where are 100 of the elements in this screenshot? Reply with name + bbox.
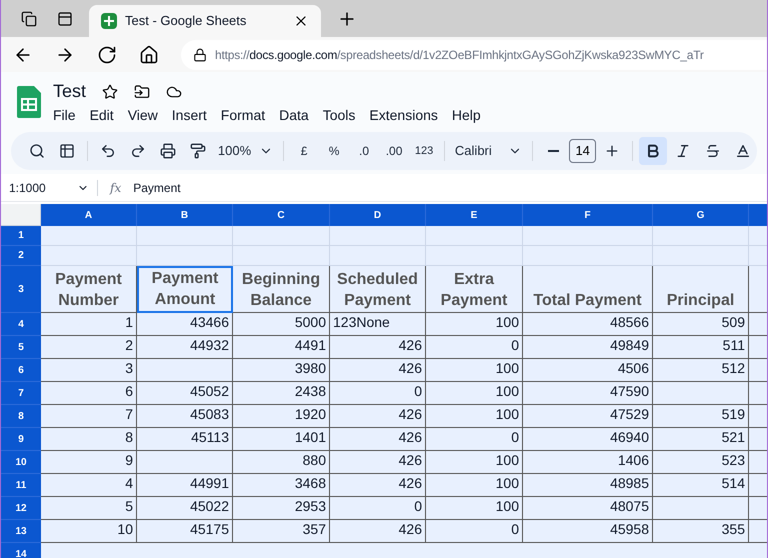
address-field[interactable]: https://docs.google.com/spreadsheets/d/1v2ZOeBFImhkjntxGAySGohZjKwska923SwMYC_aTr: [181, 40, 767, 70]
header-cell[interactable]: Beginning Balance: [233, 266, 330, 313]
row-header[interactable]: 8: [1, 405, 41, 428]
undo-icon: [100, 143, 116, 159]
column-header[interactable]: C: [233, 204, 330, 226]
home-icon[interactable]: [139, 44, 159, 64]
row-header[interactable]: 3: [1, 266, 41, 313]
row-header[interactable]: 12: [1, 497, 41, 520]
column-header[interactable]: F: [523, 204, 653, 226]
name-box[interactable]: 1:1000: [1, 174, 97, 201]
menu-item[interactable]: Insert: [172, 105, 207, 126]
row-header[interactable]: 11: [1, 474, 41, 497]
tab-title: Test - Google Sheets: [125, 12, 248, 30]
minus-icon: [548, 150, 559, 152]
row-header[interactable]: 10: [1, 451, 41, 474]
table-cell: 100: [426, 474, 523, 497]
menu-item[interactable]: Tools: [322, 105, 356, 126]
menu-item[interactable]: Extensions: [369, 105, 438, 126]
number-format-button[interactable]: 123: [410, 137, 438, 165]
document-title[interactable]: Test: [53, 78, 86, 105]
sheets-logo[interactable]: [17, 86, 41, 118]
bold-button[interactable]: [639, 137, 668, 165]
header-cell[interactable]: Principal: [653, 266, 749, 313]
header-cell[interactable]: Total Payment: [523, 266, 653, 313]
table-cell: 1401: [233, 428, 330, 451]
table-cell: 1406: [523, 451, 653, 474]
table-icon: [59, 143, 75, 159]
url-text: https://docs.google.com/spreadsheets/d/1v2ZOeBFImhkjntxGAySGohZjKwska923SwMYC_aTr: [215, 46, 704, 64]
header-cell[interactable]: Extra Payment: [426, 266, 523, 313]
folder-icon[interactable]: [134, 84, 150, 100]
header-cell[interactable]: Payment Amount: [137, 266, 233, 313]
tab-actions-icon[interactable]: [21, 10, 37, 26]
menu-item[interactable]: View: [128, 105, 158, 126]
table-cell: 0: [426, 428, 523, 451]
browser-tab[interactable]: Test - Google Sheets: [89, 5, 321, 37]
fx-label: fx: [110, 180, 122, 196]
font-size-field[interactable]: 14: [569, 139, 596, 163]
table-cell: 123None: [330, 313, 426, 336]
table-cell: 0: [330, 497, 426, 520]
percent-button[interactable]: %: [320, 137, 348, 165]
row-header[interactable]: 2: [1, 246, 41, 266]
table-cell: 4506: [523, 359, 653, 382]
strikethrough-icon: [705, 143, 722, 159]
menu-item[interactable]: Format: [220, 105, 266, 126]
text-color-icon: [735, 143, 752, 159]
header-cell[interactable]: Payment Number: [41, 266, 137, 313]
column-header[interactable]: E: [426, 204, 523, 226]
formula-field[interactable]: Payment: [133, 178, 767, 196]
menu-item[interactable]: File: [53, 105, 76, 126]
table-cell: 4491: [233, 336, 330, 359]
table-cell: 357: [233, 520, 330, 543]
table-cell: 43466: [137, 313, 233, 336]
table-cell: 48566: [523, 313, 653, 336]
header-cell[interactable]: Scheduled Payment: [330, 266, 426, 313]
table-cell: 48075: [523, 497, 653, 520]
star-icon[interactable]: [102, 84, 118, 100]
table-cell: 426: [330, 451, 426, 474]
table-cell: 521: [653, 428, 749, 451]
table-cell: 8: [41, 428, 137, 451]
table-cell: 100: [426, 451, 523, 474]
table-cell: 9: [41, 451, 137, 474]
redo-icon: [130, 143, 146, 159]
cloud-icon[interactable]: [166, 84, 182, 100]
table-cell: 45052: [137, 382, 233, 405]
reload-icon[interactable]: [97, 44, 117, 64]
table-cell: 45083: [137, 405, 233, 428]
search-icon: [29, 143, 45, 159]
table-cell: 45958: [523, 520, 653, 543]
row-header[interactable]: 1: [1, 226, 41, 246]
menu-item[interactable]: Data: [279, 105, 309, 126]
row-header[interactable]: 14: [1, 543, 41, 558]
column-header[interactable]: D: [330, 204, 426, 226]
table-cell: 44991: [137, 474, 233, 497]
row-header[interactable]: 6: [1, 359, 41, 382]
menu-item[interactable]: Help: [452, 105, 481, 126]
table-cell: 3: [41, 359, 137, 382]
row-header[interactable]: 4: [1, 313, 41, 336]
panel-icon[interactable]: [57, 10, 73, 26]
table-cell: 2438: [233, 382, 330, 405]
font-dropdown[interactable]: Calibri: [450, 137, 526, 165]
column-header[interactable]: B: [137, 204, 233, 226]
increase-decimals-button[interactable]: .00: [380, 137, 408, 165]
table-cell: 100: [426, 497, 523, 520]
table-cell: 509: [653, 313, 749, 336]
row-header[interactable]: 13: [1, 520, 41, 543]
table-cell: 519: [653, 405, 749, 428]
zoom-dropdown[interactable]: 100%: [214, 137, 278, 165]
table-cell: 426: [330, 474, 426, 497]
column-header[interactable]: G: [653, 204, 749, 226]
table-cell: 426: [330, 405, 426, 428]
row-header[interactable]: 7: [1, 382, 41, 405]
currency-button[interactable]: £: [290, 137, 318, 165]
menu-item[interactable]: Edit: [90, 105, 114, 126]
table-cell: 100: [426, 313, 523, 336]
column-header[interactable]: A: [41, 204, 137, 226]
row-header[interactable]: 5: [1, 336, 41, 359]
table-cell: 0: [330, 382, 426, 405]
row-header[interactable]: 9: [1, 428, 41, 451]
decrease-decimals-button[interactable]: .0: [350, 137, 378, 165]
table-cell: 3468: [233, 474, 330, 497]
